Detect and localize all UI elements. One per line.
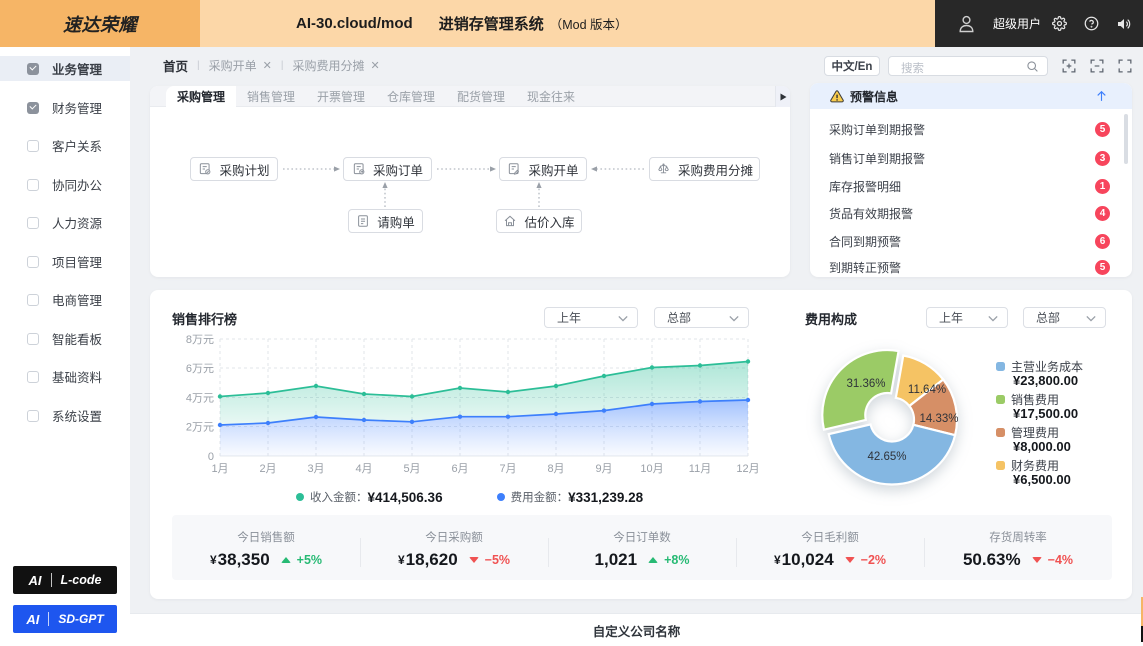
svg-text:10月: 10月 bbox=[640, 463, 663, 475]
svg-text:8月: 8月 bbox=[547, 463, 564, 475]
svg-text:31.36%: 31.36% bbox=[846, 378, 885, 390]
svg-text:2月: 2月 bbox=[259, 463, 276, 475]
svg-text:4月: 4月 bbox=[355, 463, 372, 475]
svg-text:3月: 3月 bbox=[307, 463, 324, 475]
svg-text:8万元: 8万元 bbox=[186, 334, 214, 346]
svg-text:12月: 12月 bbox=[736, 463, 759, 475]
svg-text:42.65%: 42.65% bbox=[867, 451, 906, 463]
svg-text:11.64%: 11.64% bbox=[908, 384, 946, 396]
svg-text:4万元: 4万元 bbox=[186, 393, 214, 405]
svg-text:7月: 7月 bbox=[499, 463, 516, 475]
svg-text:0: 0 bbox=[208, 451, 214, 463]
svg-text:5月: 5月 bbox=[403, 463, 420, 475]
svg-text:14.33%: 14.33% bbox=[919, 413, 958, 425]
svg-text:6万元: 6万元 bbox=[186, 363, 214, 375]
svg-text:2万元: 2万元 bbox=[186, 422, 214, 434]
svg-text:11月: 11月 bbox=[689, 463, 711, 475]
svg-text:9月: 9月 bbox=[595, 463, 612, 475]
svg-text:6月: 6月 bbox=[451, 463, 468, 475]
svg-text:1月: 1月 bbox=[211, 463, 228, 475]
